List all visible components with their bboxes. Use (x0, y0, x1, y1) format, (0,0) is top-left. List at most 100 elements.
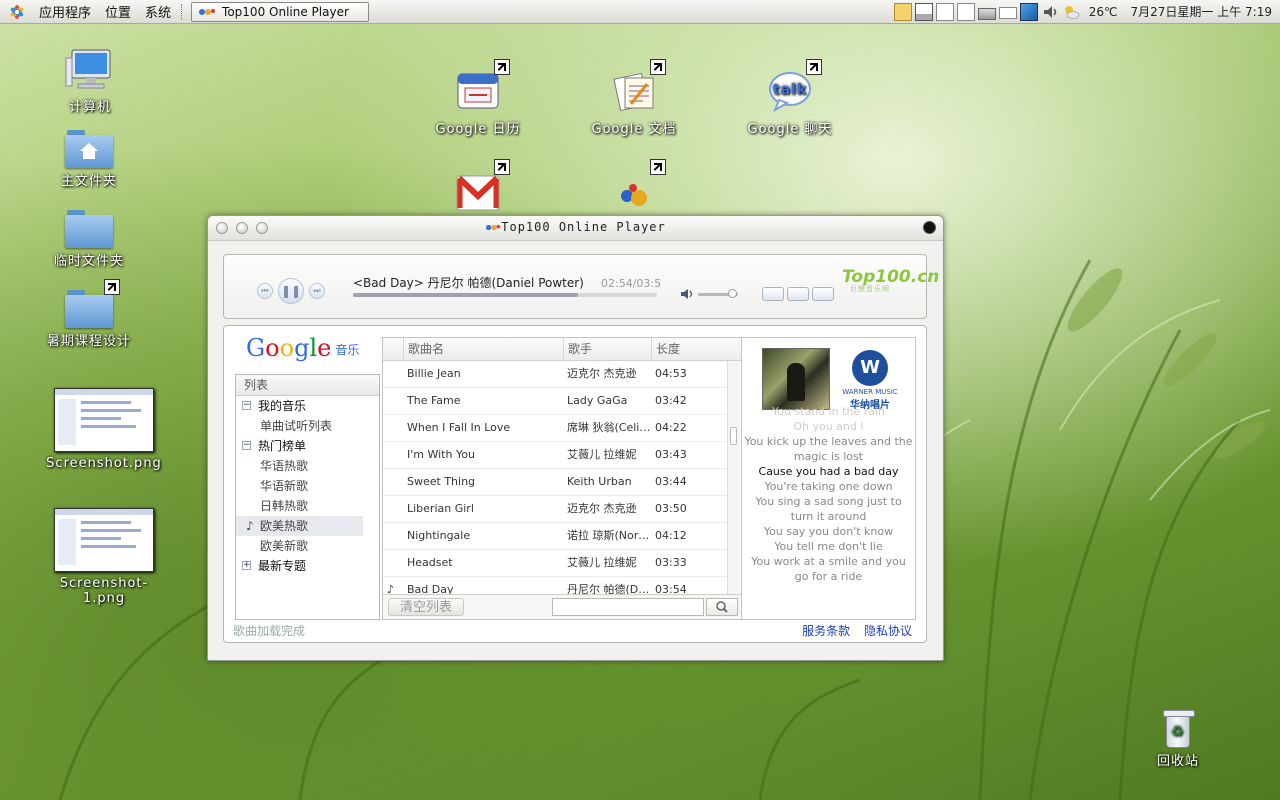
column-title[interactable]: 歌曲名 (403, 338, 563, 360)
song-artist: 迈克尔 杰克逊 (567, 502, 637, 515)
window-close-button[interactable] (923, 221, 936, 234)
tree-item[interactable]: 单曲试听列表 (236, 416, 379, 436)
progress-bar[interactable] (353, 293, 657, 297)
order-mode-button[interactable] (762, 287, 784, 301)
desktop-icon-label: Google 日历 (435, 122, 521, 137)
tree-group[interactable]: − 我的音乐 (236, 396, 379, 416)
song-length: 03:43 (655, 448, 687, 461)
workspace-2-icon[interactable] (935, 2, 954, 21)
desktop-icon-google-calendar[interactable]: Google 日历 (420, 70, 536, 137)
column-artist[interactable]: 歌手 (563, 338, 651, 360)
time-display: 02:54/03:5 (601, 277, 662, 290)
weather-temp[interactable]: 26℃ (1089, 5, 1118, 19)
workspace-3-icon[interactable] (956, 2, 975, 21)
tree-item[interactable]: ♪ 欧美热歌 (236, 516, 363, 536)
now-playing-text: <Bad Day> 丹尼尔 帕德(Daniel Powter) (353, 276, 584, 290)
tree-item[interactable]: 日韩热歌 (236, 496, 379, 516)
clock[interactable]: 7月27日星期一 上午 7:19 (1131, 3, 1272, 20)
window-titlebar[interactable]: Top100 Online Player (208, 216, 943, 241)
desktop-icon-summer-course[interactable]: 暑期课程设计 (36, 290, 142, 349)
song-row[interactable]: Billie Jean 迈克尔 杰克逊 04:53 (383, 361, 741, 388)
desktop-icon-screenshot-1[interactable]: Screenshot-1.png (44, 508, 164, 606)
song-row[interactable]: I'm With You 艾薇儿 拉维妮 03:43 (383, 442, 741, 469)
calendar-icon (457, 73, 499, 109)
song-marker (383, 469, 403, 495)
repeat-mode-button[interactable] (787, 287, 809, 301)
menu-system[interactable]: 系统 (138, 2, 178, 21)
sticky-note-icon[interactable] (893, 2, 912, 21)
next-button[interactable]: ⏭ (309, 283, 325, 299)
playlist-tree: 列表 − 我的音乐 单曲试听列表 − 热门榜单 华语热歌 华语新歌 日韩热歌 ♪ 欧美热歌 欧美新歌… (235, 374, 380, 620)
collapse-icon[interactable]: − (242, 441, 251, 450)
panel-separator (181, 3, 184, 20)
tree-item-label: 欧美热歌 (260, 519, 309, 533)
song-list-scrollbar[interactable] (727, 361, 740, 597)
desktop-icon-computer[interactable]: 计算机 (48, 48, 132, 115)
menu-places[interactable]: 位置 (98, 2, 138, 21)
lyric-line: You tell me don't lie (774, 540, 883, 553)
tree-item-label: 华语新歌 (260, 479, 309, 493)
tree-item[interactable]: 华语热歌 (236, 456, 379, 476)
song-row[interactable]: Sweet Thing Keith Urban 03:44 (383, 469, 741, 496)
desktop-icon-google-docs[interactable]: Google 文档 (576, 70, 692, 137)
terms-link[interactable]: 服务条款 (802, 624, 850, 638)
talk-icon: talk (769, 72, 811, 113)
mail-icon[interactable] (998, 7, 1017, 19)
desktop-icon-google-talk[interactable]: talk Google 聊天 (732, 70, 848, 137)
taskbar-window-button[interactable]: Top100 Online Player (191, 1, 370, 22)
pause-button[interactable]: ❚❚ (278, 278, 304, 304)
song-row[interactable]: Liberian Girl 迈克尔 杰克逊 03:50 (383, 496, 741, 523)
song-marker (383, 442, 403, 468)
desktop-icon-label: 临时文件夹 (53, 254, 124, 269)
tree-item[interactable]: 华语新歌 (236, 476, 379, 496)
song-marker (383, 550, 403, 576)
lyric-line: You say you don't know (763, 525, 894, 538)
previous-button[interactable]: ⏮ (257, 283, 273, 299)
tree-item-label: 华语热歌 (260, 459, 309, 473)
google-music-logo: Google 音乐 (246, 334, 360, 362)
volume-icon[interactable] (680, 288, 694, 300)
playlist-tree-header: 列表 (236, 375, 379, 396)
tree-item-label: 我的音乐 (258, 399, 307, 413)
talk-bubble-text: talk (773, 82, 807, 98)
desktop-icon-temp-folder[interactable]: 临时文件夹 (40, 210, 138, 269)
song-row[interactable]: When I Fall In Love 席琳 狄翁(Celine Dion) 04:… (383, 415, 741, 442)
song-title: Sweet Thing (407, 475, 476, 488)
music-note-icon: ♪ (246, 519, 254, 533)
window-title-text: Top100 Online Player (501, 220, 666, 234)
search-button[interactable] (706, 598, 738, 616)
desktop-icon-gmail[interactable] (454, 172, 502, 216)
clear-list-button[interactable]: 清空列表 (388, 598, 464, 616)
lyric-line: Oh you and I (793, 420, 864, 433)
volume-icon[interactable] (1041, 3, 1059, 21)
player-app-icon (486, 224, 501, 231)
repeat-one-mode-button[interactable] (812, 287, 834, 301)
tree-item-label: 欧美新歌 (260, 539, 309, 553)
expand-icon[interactable]: + (242, 561, 251, 570)
screenshot-thumbnail (54, 508, 154, 572)
song-row[interactable]: Headset 艾薇儿 拉维妮 03:33 (383, 550, 741, 577)
desktop-icon-home-folder[interactable]: 主文件夹 (44, 130, 134, 189)
desktop-icon-trash[interactable]: ♻ 回收站 (1144, 708, 1212, 769)
song-row[interactable]: Nightingale 诺拉 琼斯(Norah Jones) 04:12 (383, 523, 741, 550)
search-input[interactable] (552, 598, 704, 616)
album-info-panel: W WARNER MUSIC 华纳唱片 You stand in the rai… (742, 337, 916, 620)
volume-slider-knob[interactable] (728, 289, 737, 298)
column-length[interactable]: 长度 (651, 338, 725, 360)
network-icon[interactable] (1019, 2, 1038, 21)
tree-item[interactable]: 欧美新歌 (236, 536, 379, 556)
desktop-icon-app-balls[interactable] (612, 178, 660, 212)
collapse-icon[interactable]: − (242, 401, 251, 410)
printer-icon[interactable] (977, 7, 996, 20)
workspace-1-icon[interactable] (914, 2, 933, 21)
tree-group[interactable]: − 热门榜单 (236, 436, 379, 456)
song-row[interactable]: The Fame Lady GaGa 03:42 (383, 388, 741, 415)
top-panel: 应用程序 位置 系统 Top100 Online Player 26℃ 7月27… (0, 0, 1280, 24)
album-cover-image (762, 348, 830, 410)
privacy-link[interactable]: 隐私协议 (864, 624, 912, 638)
desktop-icon-label: 主文件夹 (60, 174, 117, 189)
tree-group[interactable]: + 最新专题 (236, 556, 379, 576)
desktop-icon-screenshot[interactable]: Screenshot.png (44, 388, 164, 471)
menu-applications[interactable]: 应用程序 (32, 2, 98, 21)
main-menu-icon[interactable] (8, 3, 26, 21)
